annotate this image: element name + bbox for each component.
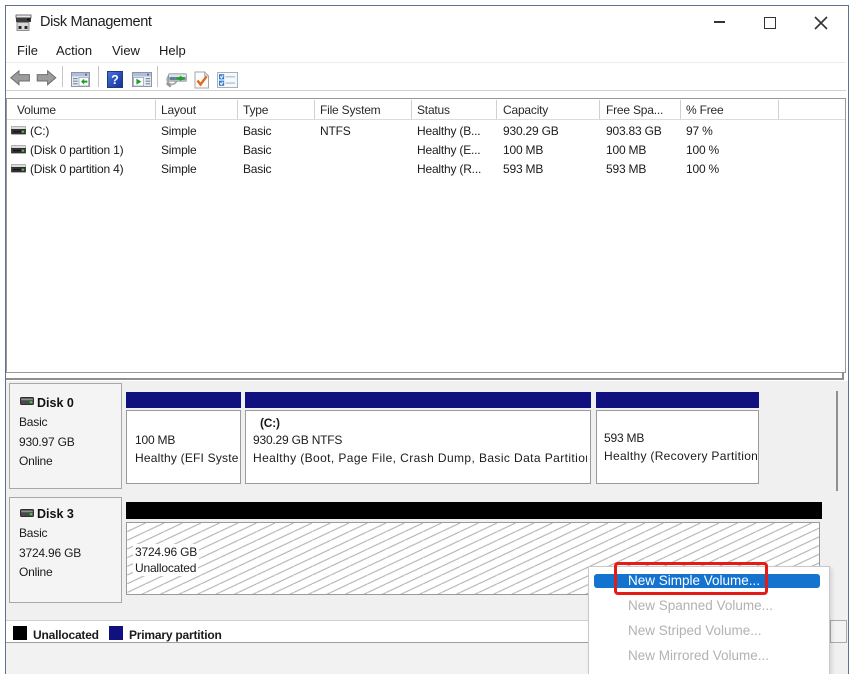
svg-text:?: ?	[111, 73, 119, 87]
